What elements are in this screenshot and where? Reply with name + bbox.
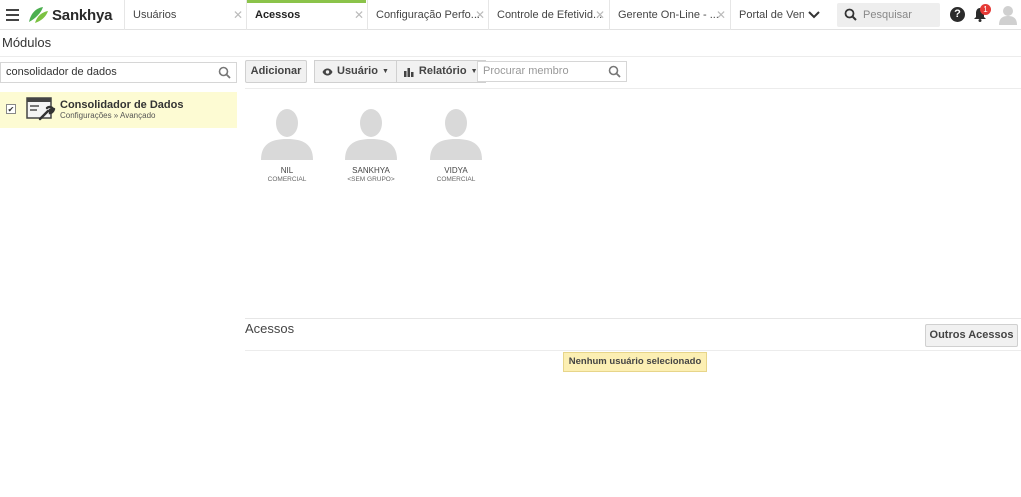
member-card[interactable]: NIL COMERCIAL <box>257 106 317 183</box>
user-silhouette-icon <box>430 109 482 160</box>
notification-badge: 1 <box>980 4 991 15</box>
user-silhouette-icon <box>345 109 397 160</box>
brand-logo[interactable]: Sankhya <box>27 5 113 25</box>
member-card[interactable]: SANKHYA <SEM GRUPO> <box>341 106 401 183</box>
module-checkbox[interactable]: ✔ <box>6 104 16 114</box>
close-icon[interactable]: ✕ <box>354 0 364 30</box>
user-avatar-icon[interactable] <box>999 5 1017 25</box>
tab-configuracao-performance[interactable]: Configuração Perfo... <box>367 0 487 30</box>
member-group: COMERCIAL <box>436 176 476 183</box>
menu-icon[interactable] <box>6 9 19 21</box>
tab-label: Controle de Efetivid... <box>497 9 603 21</box>
member-search-input[interactable]: Procurar membro <box>477 61 627 82</box>
empty-selection-notice: Nenhum usuário selecionado <box>563 352 707 372</box>
module-filter-input[interactable]: consolidador de dados <box>0 62 237 83</box>
tab-gerente-online[interactable]: Gerente On-Line - ... <box>609 0 730 30</box>
member-name: SANKHYA <box>352 166 390 175</box>
page-title: Módulos <box>2 35 52 50</box>
global-search[interactable]: Pesquisar <box>837 3 940 27</box>
search-icon[interactable] <box>218 66 231 79</box>
tab-acessos[interactable]: Acessos <box>246 0 366 30</box>
tab-label: Configuração Perfo... <box>376 9 480 21</box>
help-icon[interactable]: ? <box>950 7 965 22</box>
close-icon[interactable]: ✕ <box>716 0 726 30</box>
tab-portal-vendas[interactable]: Portal de Vend <box>730 0 804 30</box>
member-group: COMERCIAL <box>267 176 307 183</box>
module-path: Configurações » Avançado <box>60 111 156 120</box>
close-icon[interactable]: ✕ <box>475 0 485 30</box>
bar-chart-icon <box>403 67 414 77</box>
add-button[interactable]: Adicionar <box>245 60 307 83</box>
search-icon <box>844 8 857 21</box>
module-filter-value: consolidador de dados <box>6 66 117 78</box>
module-item[interactable]: ✔ Consolidador de Dados Configurações » … <box>0 92 237 128</box>
eye-icon <box>322 68 333 75</box>
tab-label: Portal de Vend <box>739 9 804 21</box>
access-section-title: Acessos <box>245 321 295 336</box>
member-name: NIL <box>280 166 294 175</box>
top-bar: Sankhya Usuários ✕ Acessos ✕ Configuraçã… <box>0 0 1021 30</box>
tab-label: Usuários <box>133 9 177 21</box>
search-placeholder: Pesquisar <box>863 9 912 21</box>
brand-name: Sankhya <box>52 6 113 24</box>
member-name: VIDYA <box>444 166 468 175</box>
report-dropdown-label: Relatório <box>418 65 467 77</box>
report-dropdown-button[interactable]: Relatório ▼ <box>396 60 486 83</box>
tab-usuarios[interactable]: Usuários <box>124 0 246 30</box>
search-icon[interactable] <box>608 65 621 78</box>
user-silhouette-icon <box>261 109 313 160</box>
caret-down-icon: ▼ <box>381 68 389 75</box>
settings-window-icon <box>26 97 56 121</box>
member-card[interactable]: VIDYA COMERCIAL <box>426 106 486 183</box>
close-icon[interactable]: ✕ <box>595 0 605 30</box>
other-access-button[interactable]: Outros Acessos <box>925 324 1018 347</box>
toolbar-group: Usuário ▼ Relatório ▼ <box>314 60 486 83</box>
user-dropdown-button[interactable]: Usuário ▼ <box>314 60 397 83</box>
tab-label: Acessos <box>255 9 301 21</box>
module-name: Consolidador de Dados <box>60 99 184 111</box>
divider <box>245 350 1021 351</box>
user-dropdown-label: Usuário <box>337 65 378 77</box>
member-group: <SEM GRUPO> <box>347 176 395 183</box>
close-icon[interactable]: ✕ <box>233 0 243 30</box>
divider <box>245 88 1021 89</box>
chevron-down-icon[interactable] <box>808 9 820 21</box>
leaf-logo-icon <box>29 7 48 23</box>
divider <box>0 56 1021 57</box>
tab-label: Gerente On-Line - ... <box>618 9 719 21</box>
member-search-placeholder: Procurar membro <box>483 65 569 77</box>
divider <box>245 318 1021 319</box>
tab-controle-efetividade[interactable]: Controle de Efetivid... <box>488 0 609 30</box>
